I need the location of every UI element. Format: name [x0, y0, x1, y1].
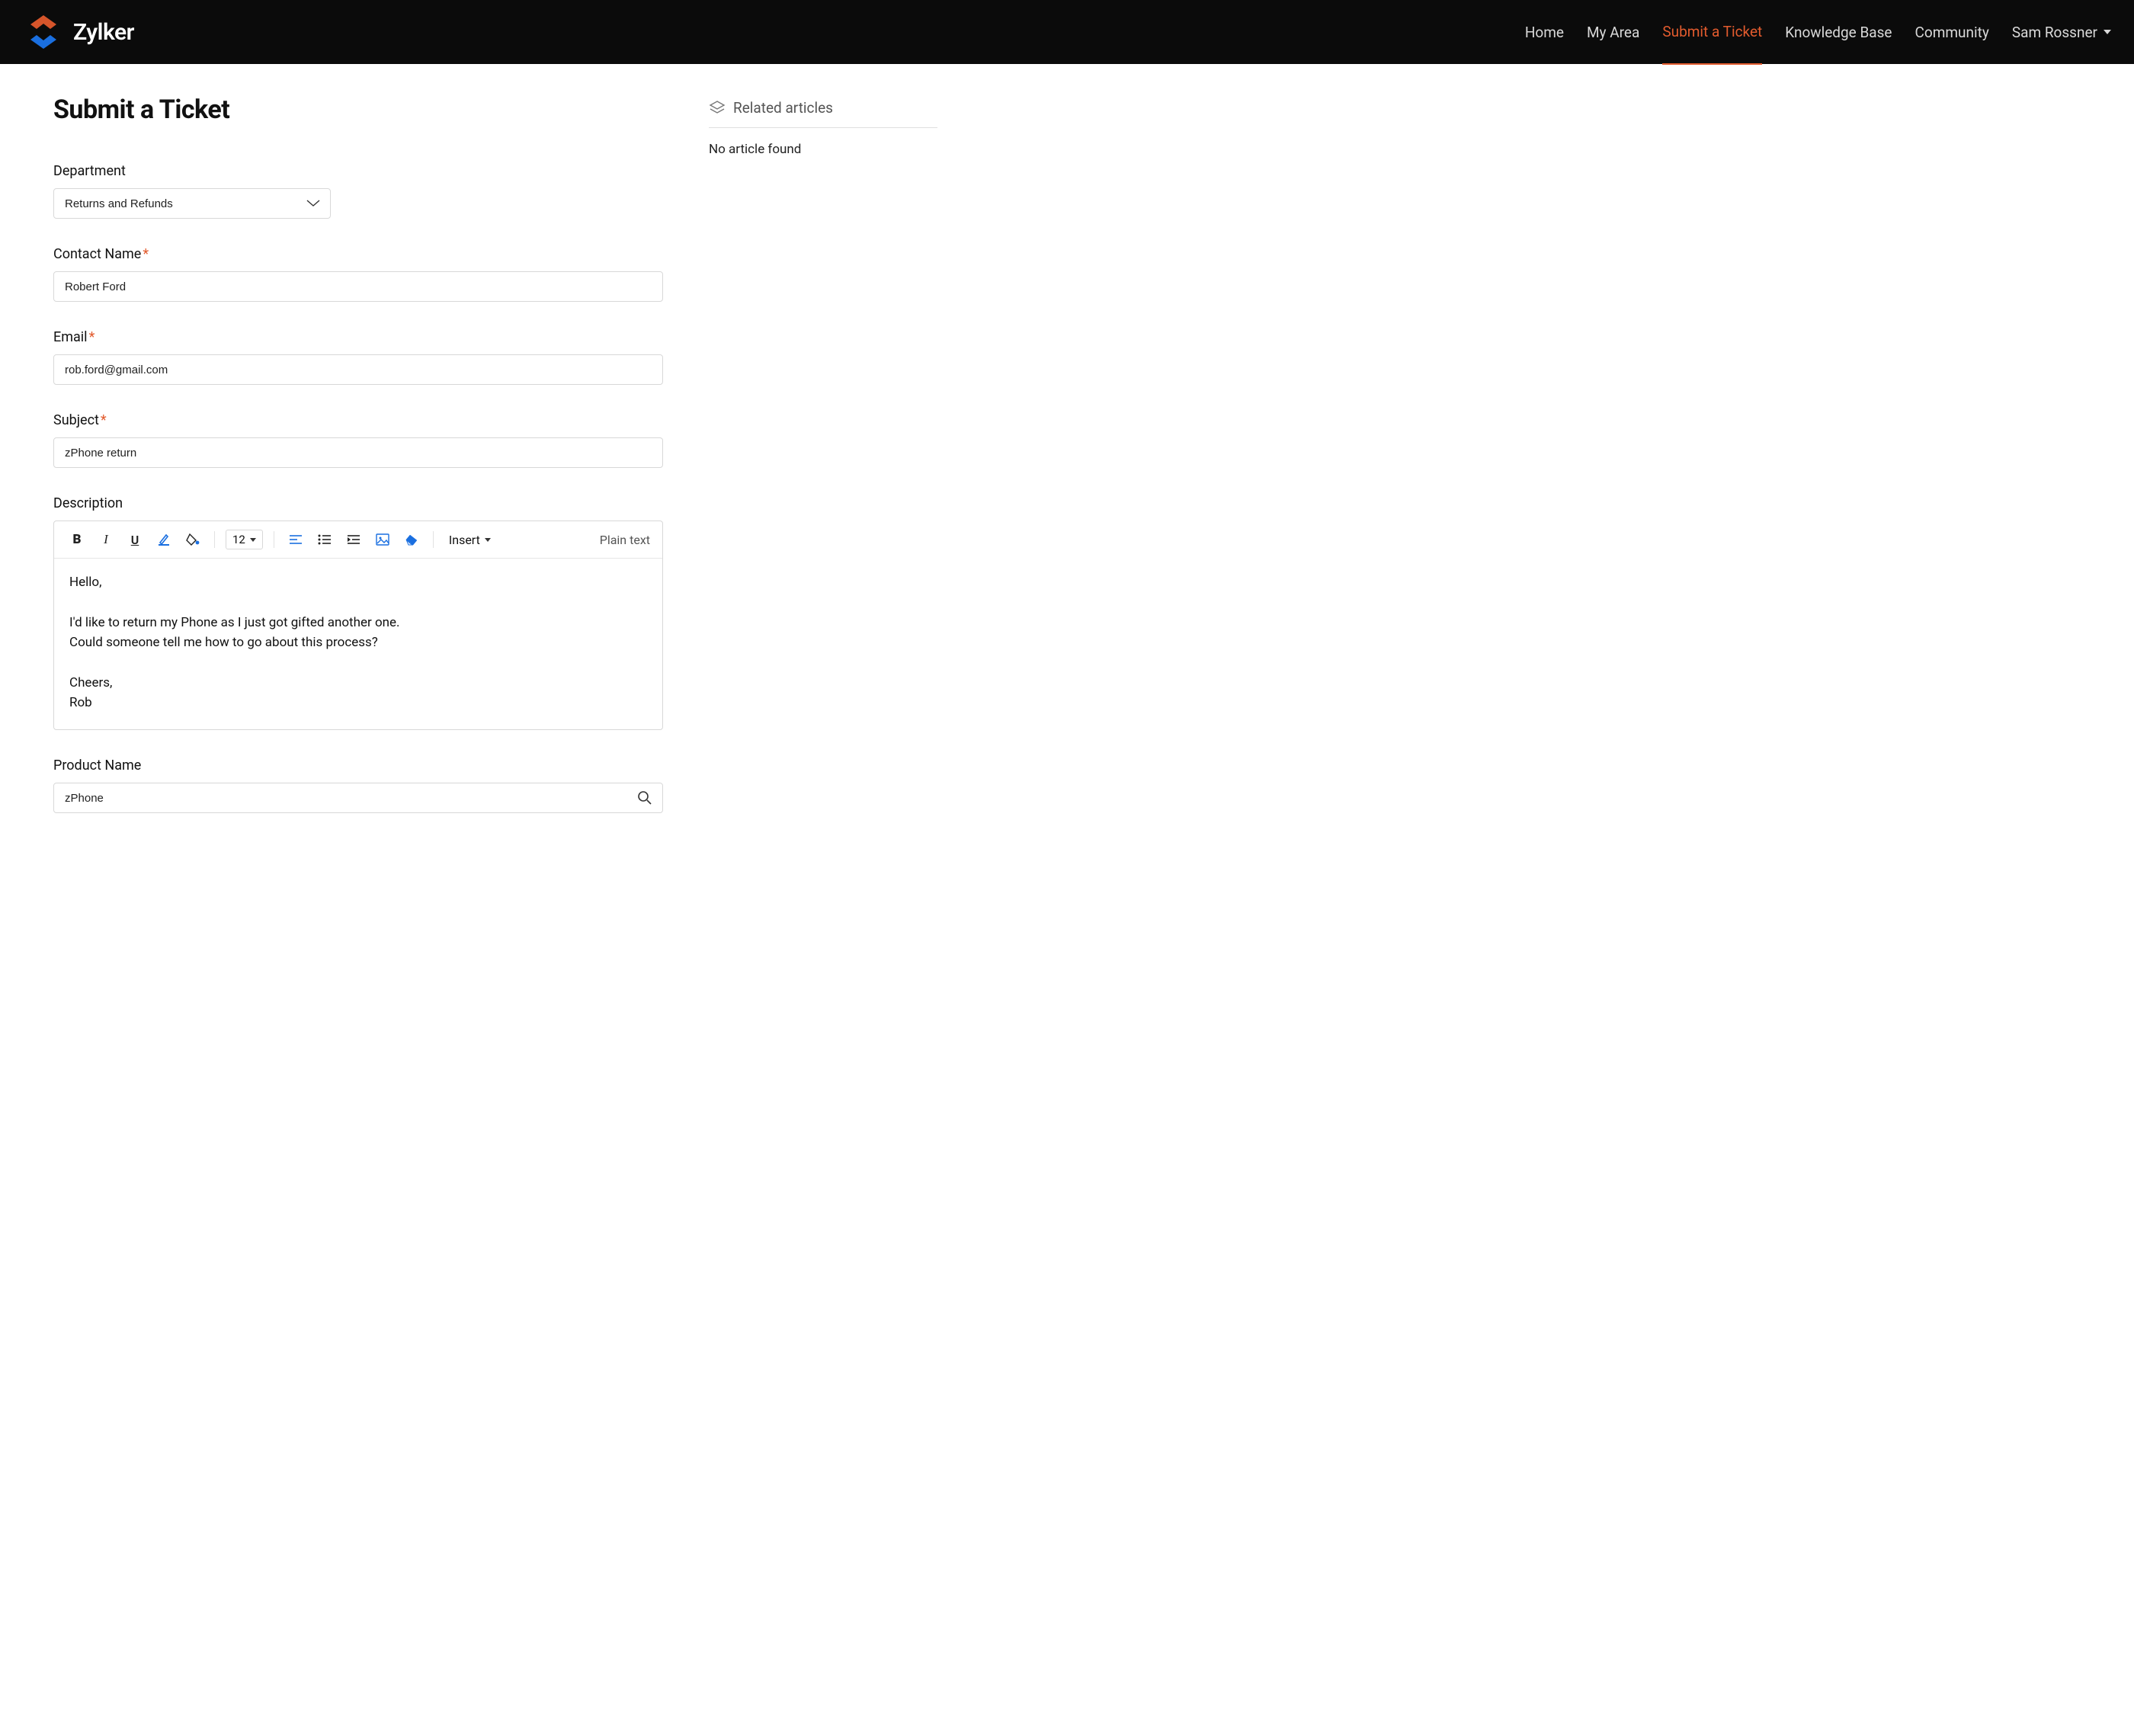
description-textarea[interactable]: Hello, I'd like to return my Phone as I …	[54, 559, 662, 729]
nav-links: Home My Area Submit a Ticket Knowledge B…	[1525, 0, 2111, 65]
search-icon[interactable]	[637, 790, 652, 806]
related-articles-empty: No article found	[709, 142, 937, 157]
department-select[interactable]	[53, 188, 331, 219]
eraser-icon	[404, 533, 419, 546]
bullet-list-button[interactable]	[314, 529, 335, 550]
fill-color-icon	[185, 533, 200, 546]
brand-logo[interactable]: Zylker	[23, 14, 134, 50]
field-department: Department	[53, 163, 663, 219]
toolbar-separator	[433, 531, 434, 548]
insert-label: Insert	[449, 533, 480, 547]
font-size-value: 12	[232, 533, 245, 546]
nav-user-name: Sam Rossner	[2012, 24, 2097, 41]
align-button[interactable]	[285, 529, 306, 550]
rich-text-editor: B I U	[53, 520, 663, 730]
brand-name: Zylker	[73, 19, 134, 46]
indent-icon	[347, 534, 360, 545]
image-icon	[376, 533, 389, 546]
page-title: Submit a Ticket	[53, 94, 663, 125]
text-color-button[interactable]	[153, 529, 175, 550]
font-size-select[interactable]: 12	[226, 530, 263, 549]
top-nav: Zylker Home My Area Submit a Ticket Know…	[0, 0, 2134, 64]
field-description: Description B I U	[53, 495, 663, 730]
field-product-name: Product Name	[53, 757, 663, 813]
required-mark: *	[89, 329, 95, 345]
required-mark: *	[101, 412, 107, 428]
nav-knowledge-base[interactable]: Knowledge Base	[1785, 1, 1892, 64]
product-name-label: Product Name	[53, 757, 663, 774]
toolbar-separator	[214, 531, 215, 548]
caret-down-icon	[250, 538, 256, 542]
caret-down-icon	[2104, 30, 2111, 34]
underline-button[interactable]: U	[124, 529, 146, 550]
nav-community[interactable]: Community	[1915, 1, 1989, 64]
brand-mark-icon	[23, 14, 64, 50]
contact-name-label: Contact Name*	[53, 246, 663, 262]
field-subject: Subject*	[53, 412, 663, 468]
product-name-input[interactable]	[53, 783, 663, 813]
related-articles-header: Related articles	[709, 99, 937, 128]
layers-icon	[709, 100, 726, 117]
description-label: Description	[53, 495, 663, 511]
nav-user-menu[interactable]: Sam Rossner	[2012, 24, 2111, 41]
fill-color-button[interactable]	[182, 529, 203, 550]
required-mark: *	[143, 246, 149, 262]
insert-image-button[interactable]	[372, 529, 393, 550]
nav-home[interactable]: Home	[1525, 1, 1564, 64]
text-color-icon	[157, 533, 171, 546]
department-label: Department	[53, 163, 663, 179]
email-label: Email*	[53, 329, 663, 345]
nav-my-area[interactable]: My Area	[1587, 1, 1639, 64]
eraser-button[interactable]	[401, 529, 422, 550]
subject-input[interactable]	[53, 437, 663, 468]
field-contact-name: Contact Name*	[53, 246, 663, 302]
related-articles-panel: Related articles No article found	[709, 94, 937, 813]
email-input[interactable]	[53, 354, 663, 385]
editor-toolbar: B I U	[54, 521, 662, 559]
field-email: Email*	[53, 329, 663, 385]
contact-name-input[interactable]	[53, 271, 663, 302]
plain-text-toggle[interactable]: Plain text	[600, 533, 650, 547]
ticket-form: Submit a Ticket Department Contact Name*…	[53, 94, 663, 813]
caret-down-icon	[485, 538, 491, 542]
nav-submit-ticket[interactable]: Submit a Ticket	[1662, 0, 1762, 65]
indent-button[interactable]	[343, 529, 364, 550]
related-articles-title: Related articles	[733, 99, 833, 117]
insert-menu[interactable]: Insert	[444, 533, 495, 547]
subject-label: Subject*	[53, 412, 663, 428]
align-left-icon	[289, 534, 303, 545]
italic-button[interactable]: I	[95, 529, 117, 550]
bold-button[interactable]: B	[66, 529, 88, 550]
bullet-list-icon	[318, 534, 332, 545]
